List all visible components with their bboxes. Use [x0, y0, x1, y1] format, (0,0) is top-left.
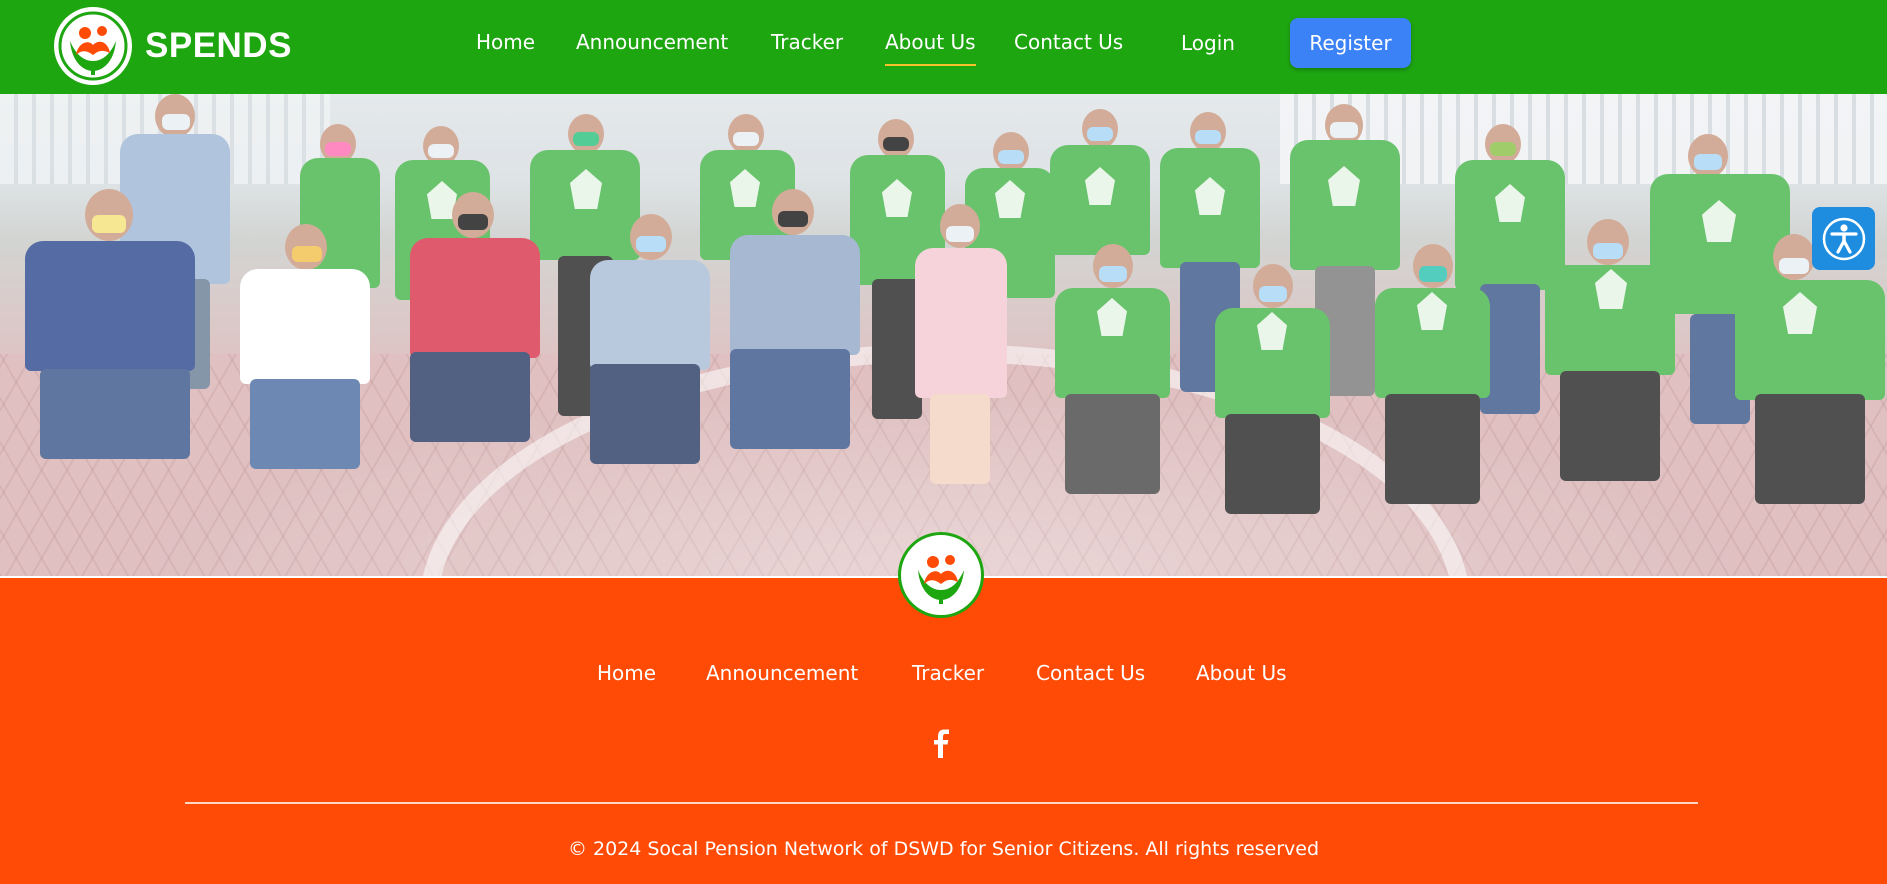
footer-nav-about-us[interactable]: About Us	[1196, 661, 1287, 685]
footer-nav-contact-us[interactable]: Contact Us	[1036, 661, 1145, 685]
brand-name: SPENDS	[145, 26, 292, 65]
login-link[interactable]: Login	[1181, 31, 1235, 55]
spends-logo-icon	[54, 7, 132, 85]
facebook-icon[interactable]	[930, 729, 954, 759]
brand[interactable]: SPENDS	[54, 7, 292, 85]
hero-overlay	[0, 94, 1887, 576]
footer-logo-icon	[898, 532, 984, 618]
top-navbar: SPENDS Home Announcement Tracker About U…	[0, 0, 1887, 94]
footer-nav-home[interactable]: Home	[597, 661, 656, 685]
nav-tracker[interactable]: Tracker	[771, 30, 843, 54]
nav-home[interactable]: Home	[476, 30, 535, 54]
hero-image	[0, 94, 1887, 576]
footer-divider	[185, 802, 1698, 804]
nav-about-us[interactable]: About Us	[885, 30, 976, 66]
register-button[interactable]: Register	[1290, 18, 1411, 68]
nav-contact-us[interactable]: Contact Us	[1014, 30, 1123, 54]
copyright-text: © 2024 Socal Pension Network of DSWD for…	[567, 838, 1320, 860]
nav-announcement[interactable]: Announcement	[576, 30, 728, 54]
footer-nav-tracker[interactable]: Tracker	[912, 661, 984, 685]
accessibility-icon	[1822, 217, 1865, 260]
accessibility-button[interactable]	[1812, 207, 1875, 270]
footer-nav-announcement[interactable]: Announcement	[706, 661, 858, 685]
